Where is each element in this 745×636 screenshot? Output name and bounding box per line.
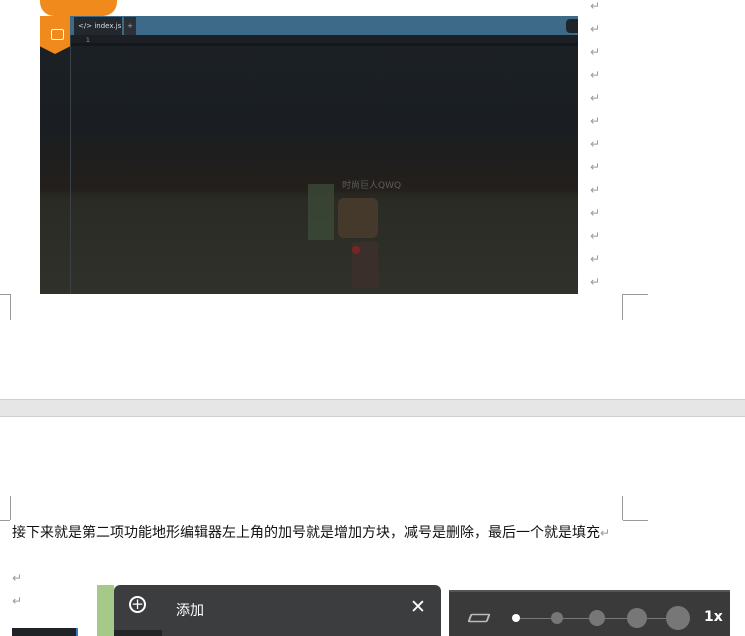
paragraph-mark: ↵ bbox=[590, 22, 601, 36]
app-logo-badge bbox=[40, 16, 70, 54]
plus-circle-icon[interactable]: + bbox=[129, 596, 146, 613]
paragraph-mark: ↵ bbox=[590, 45, 601, 59]
zoom-level-label: 1x bbox=[704, 609, 723, 625]
zoom-step-dot[interactable] bbox=[551, 612, 563, 624]
crop-mark bbox=[10, 294, 11, 320]
orange-header-tab bbox=[40, 0, 117, 16]
zoom-step-dot[interactable] bbox=[627, 608, 647, 628]
zoom-step-dot[interactable] bbox=[589, 610, 605, 626]
paragraph-mark: ↵ bbox=[590, 114, 601, 128]
paragraph-mark: ↵ bbox=[12, 571, 23, 585]
tab-index-js[interactable]: </> index.js bbox=[74, 17, 122, 35]
crop-mark bbox=[623, 294, 648, 295]
zoom-step-dot[interactable] bbox=[666, 606, 690, 630]
editor-gutter bbox=[70, 35, 71, 294]
screenshot-fragment bbox=[97, 585, 114, 636]
crop-mark bbox=[622, 294, 623, 320]
figure-part bbox=[352, 246, 360, 254]
paragraph-mark: ↵ bbox=[590, 252, 601, 266]
editor-screenshot: </> index.js + 1 时尚巨人QWQ bbox=[40, 16, 578, 294]
paragraph-mark: ↵ bbox=[590, 0, 601, 13]
paragraph-mark: ↵ bbox=[590, 275, 601, 289]
paragraph-mark: ↵ bbox=[590, 229, 601, 243]
body-paragraph: 接下来就是第二项功能地形编辑器左上角的加号就是增加方块，减号是删除，最后一个就是… bbox=[12, 522, 632, 544]
panel-title: 添加 bbox=[176, 603, 204, 619]
accent-line bbox=[76, 628, 78, 636]
code-icon bbox=[51, 29, 64, 40]
corner-button[interactable] bbox=[566, 19, 578, 33]
zoom-panel: 1x bbox=[449, 590, 730, 636]
paragraph-mark: ↵ bbox=[12, 594, 23, 608]
close-icon[interactable]: ✕ bbox=[410, 597, 426, 617]
zoom-step-dot[interactable] bbox=[512, 614, 520, 622]
paragraph-text: 接下来就是第二项功能地形编辑器左上角的加号就是增加方块，减号是删除，最后一个就是… bbox=[12, 525, 600, 541]
line-number: 1 bbox=[86, 37, 90, 44]
figure-part bbox=[308, 184, 334, 240]
crop-mark bbox=[623, 520, 648, 521]
panel-top-edge bbox=[449, 590, 730, 592]
paragraph-mark: ↵ bbox=[590, 91, 601, 105]
editor-toolbar-strip bbox=[40, 43, 578, 46]
crop-mark bbox=[0, 294, 10, 295]
crop-mark bbox=[622, 496, 623, 520]
paragraph-mark: ↵ bbox=[590, 183, 601, 197]
screenshot-fragment bbox=[12, 628, 78, 636]
paragraph-mark: ↵ bbox=[590, 137, 601, 151]
add-panel: + 添加 ✕ bbox=[114, 585, 441, 636]
paragraph-mark: ↵ bbox=[590, 160, 601, 174]
crop-mark bbox=[10, 496, 11, 520]
add-tab-button[interactable]: + bbox=[124, 17, 136, 35]
paragraph-mark: ↵ bbox=[600, 526, 611, 540]
figure-part bbox=[338, 198, 378, 238]
paragraph-mark: ↵ bbox=[590, 68, 601, 82]
paragraph-mark: ↵ bbox=[590, 206, 601, 220]
layers-icon[interactable] bbox=[467, 613, 491, 623]
crop-mark bbox=[0, 520, 10, 521]
page-gap bbox=[0, 399, 745, 417]
scene-figure bbox=[308, 176, 398, 294]
panel-tab-strip bbox=[114, 630, 162, 636]
